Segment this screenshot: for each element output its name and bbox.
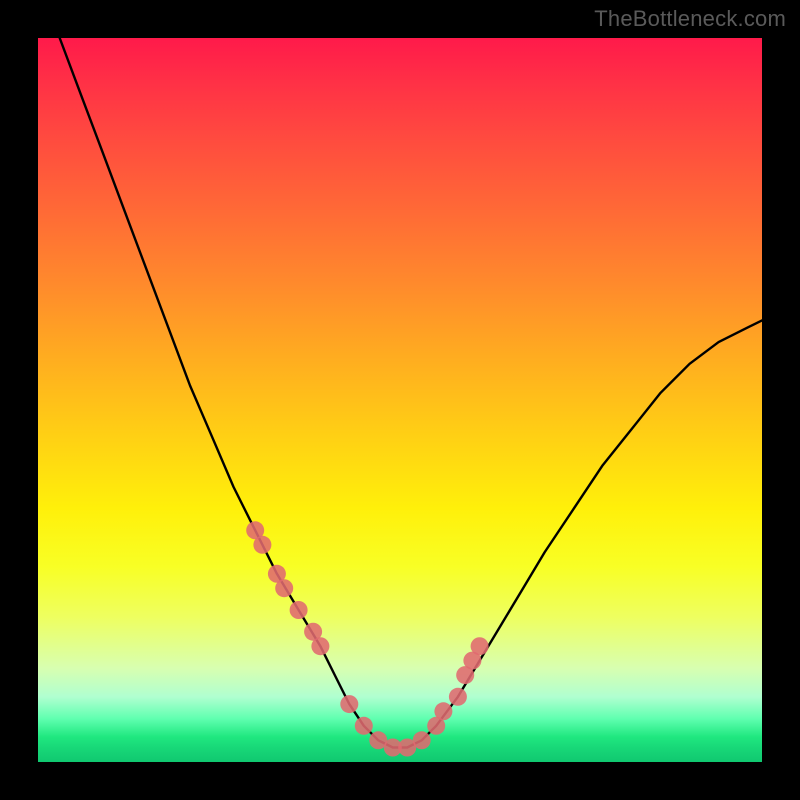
chart-marker [340,695,358,713]
chart-marker [413,731,431,749]
chart-marker [449,688,467,706]
chart-marker [311,637,329,655]
chart-frame: TheBottleneck.com [0,0,800,800]
bottleneck-curve [60,38,762,748]
chart-marker [471,637,489,655]
chart-marker [355,717,373,735]
chart-svg [38,38,762,762]
plot-area [38,38,762,762]
watermark-text: TheBottleneck.com [594,6,786,32]
chart-marker [434,702,452,720]
chart-marker [275,579,293,597]
chart-marker [253,536,271,554]
chart-marker [290,601,308,619]
marker-group [246,521,488,756]
